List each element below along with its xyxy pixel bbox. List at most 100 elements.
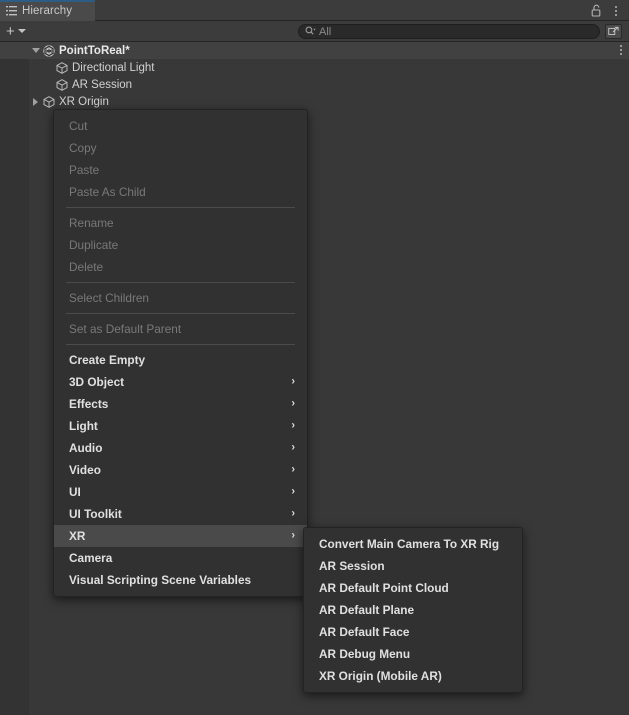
search-input[interactable]: All <box>298 24 600 39</box>
search-dropdown-icon <box>305 26 316 37</box>
menu-item-label: Visual Scripting Scene Variables <box>69 573 251 587</box>
menu-item-duplicate[interactable]: Duplicate <box>54 234 307 256</box>
menu-item-xr[interactable]: XR › <box>54 525 307 547</box>
menu-item-cut[interactable]: Cut <box>54 115 307 137</box>
scene-kebab-menu-icon[interactable] <box>620 45 622 55</box>
menu-item-effects[interactable]: Effects › <box>54 393 307 415</box>
menu-item-label: Paste <box>69 163 99 177</box>
menu-item-label: Convert Main Camera To XR Rig <box>319 537 499 551</box>
menu-item-audio[interactable]: Audio › <box>54 437 307 459</box>
menu-item-label: Paste As Child <box>69 185 146 199</box>
plus-icon: + <box>6 25 15 38</box>
menu-item-label: AR Default Face <box>319 625 409 639</box>
tree-gutter <box>0 42 29 715</box>
menu-separator <box>66 207 295 208</box>
submenu-item-convert-main-camera-to-xr-rig[interactable]: Convert Main Camera To XR Rig <box>304 533 522 555</box>
menu-item-3d-object[interactable]: 3D Object › <box>54 371 307 393</box>
menu-item-create-empty[interactable]: Create Empty <box>54 349 307 371</box>
chevron-right-icon: › <box>291 487 295 498</box>
hierarchy-row-label: Directional Light <box>72 62 154 74</box>
menu-item-label: UI <box>69 485 81 499</box>
search-placeholder: All <box>319 26 331 38</box>
menu-item-select-children[interactable]: Select Children <box>54 287 307 309</box>
foldout-toggle-xr-origin[interactable] <box>29 93 42 110</box>
hierarchy-list-icon <box>6 5 18 17</box>
menu-item-label: Light <box>69 419 98 433</box>
menu-item-label: Rename <box>69 216 114 230</box>
menu-item-label: Select Children <box>69 291 149 305</box>
chevron-down-icon <box>18 29 26 33</box>
menu-item-copy[interactable]: Copy <box>54 137 307 159</box>
submenu-item-ar-default-point-cloud[interactable]: AR Default Point Cloud <box>304 577 522 599</box>
hierarchy-row-label: XR Origin <box>59 96 109 108</box>
menu-item-label: Effects <box>69 397 108 411</box>
chevron-right-icon: › <box>291 399 295 410</box>
hierarchy-row-scene[interactable]: PointToReal* <box>0 42 629 59</box>
tab-bar: Hierarchy <box>0 0 629 21</box>
submenu-item-ar-session[interactable]: AR Session <box>304 555 522 577</box>
menu-item-label: Video <box>69 463 101 477</box>
chevron-right-icon <box>33 98 38 106</box>
menu-item-delete[interactable]: Delete <box>54 256 307 278</box>
menu-item-label: 3D Object <box>69 375 124 389</box>
chevron-right-icon: › <box>291 421 295 432</box>
menu-item-set-as-default-parent[interactable]: Set as Default Parent <box>54 318 307 340</box>
gameobject-cube-icon <box>42 95 56 109</box>
submenu-item-ar-default-face[interactable]: AR Default Face <box>304 621 522 643</box>
submenu-item-ar-default-plane[interactable]: AR Default Plane <box>304 599 522 621</box>
kebab-menu-icon[interactable] <box>609 3 623 19</box>
menu-item-camera[interactable]: Camera <box>54 547 307 569</box>
menu-item-label: Camera <box>69 551 112 565</box>
menu-separator <box>66 282 295 283</box>
menu-item-label: Cut <box>69 119 87 133</box>
menu-item-paste[interactable]: Paste <box>54 159 307 181</box>
submenu-item-xr-origin-mobile-ar[interactable]: XR Origin (Mobile AR) <box>304 665 522 687</box>
menu-item-label: Copy <box>69 141 97 155</box>
chevron-right-icon: › <box>291 531 295 542</box>
menu-item-ui-toolkit[interactable]: UI Toolkit› <box>54 503 307 525</box>
menu-separator <box>66 344 295 345</box>
unity-hierarchy-window: Hierarchy + All <box>0 0 629 715</box>
chevron-right-icon: › <box>291 443 295 454</box>
gameobject-cube-icon <box>55 61 69 75</box>
hierarchy-row-ar-session[interactable]: AR Session <box>0 76 629 93</box>
menu-item-label: Set as Default Parent <box>69 322 181 336</box>
tab-hierarchy[interactable]: Hierarchy <box>0 0 95 21</box>
menu-item-label: XR Origin (Mobile AR) <box>319 669 442 683</box>
tab-bar-actions <box>589 0 629 21</box>
menu-item-label: AR Default Plane <box>319 603 414 617</box>
gameobject-cube-icon <box>55 78 69 92</box>
menu-item-label: Duplicate <box>69 238 118 252</box>
foldout-toggle-scene[interactable] <box>29 42 42 59</box>
foldout-spacer <box>42 76 55 93</box>
xr-submenu: Convert Main Camera To XR Rig AR Session… <box>303 527 523 693</box>
padlock-unlocked-icon[interactable] <box>589 3 603 19</box>
menu-item-label: AR Session <box>319 559 385 573</box>
chevron-right-icon: › <box>291 465 295 476</box>
add-object-button[interactable]: + <box>0 22 32 41</box>
hierarchy-row-directional-light[interactable]: Directional Light <box>0 59 629 76</box>
menu-separator <box>66 313 295 314</box>
menu-item-label: XR <box>69 529 85 543</box>
foldout-spacer <box>42 59 55 76</box>
chevron-right-icon: › <box>291 377 295 388</box>
menu-item-ui[interactable]: UI › <box>54 481 307 503</box>
hierarchy-row-label: AR Session <box>72 79 132 91</box>
menu-item-label: Audio <box>69 441 102 455</box>
tab-hierarchy-label: Hierarchy <box>22 5 72 17</box>
open-in-new-window-icon[interactable] <box>605 24 622 39</box>
menu-item-visual-scripting-scene-variables[interactable]: Visual Scripting Scene Variables <box>54 569 307 591</box>
menu-item-rename[interactable]: Rename <box>54 212 307 234</box>
hierarchy-toolbar: + All <box>0 21 629 42</box>
hierarchy-row-label: PointToReal* <box>59 45 130 57</box>
menu-item-light[interactable]: Light › <box>54 415 307 437</box>
menu-item-label: Create Empty <box>69 353 145 367</box>
hierarchy-row-xr-origin[interactable]: XR Origin <box>0 93 629 110</box>
menu-item-label: Delete <box>69 260 103 274</box>
menu-item-paste-as-child[interactable]: Paste As Child <box>54 181 307 203</box>
unity-scene-icon <box>42 44 56 58</box>
chevron-down-icon <box>32 48 40 53</box>
submenu-item-ar-debug-menu[interactable]: AR Debug Menu <box>304 643 522 665</box>
chevron-right-icon: › <box>291 509 295 520</box>
menu-item-video[interactable]: Video › <box>54 459 307 481</box>
